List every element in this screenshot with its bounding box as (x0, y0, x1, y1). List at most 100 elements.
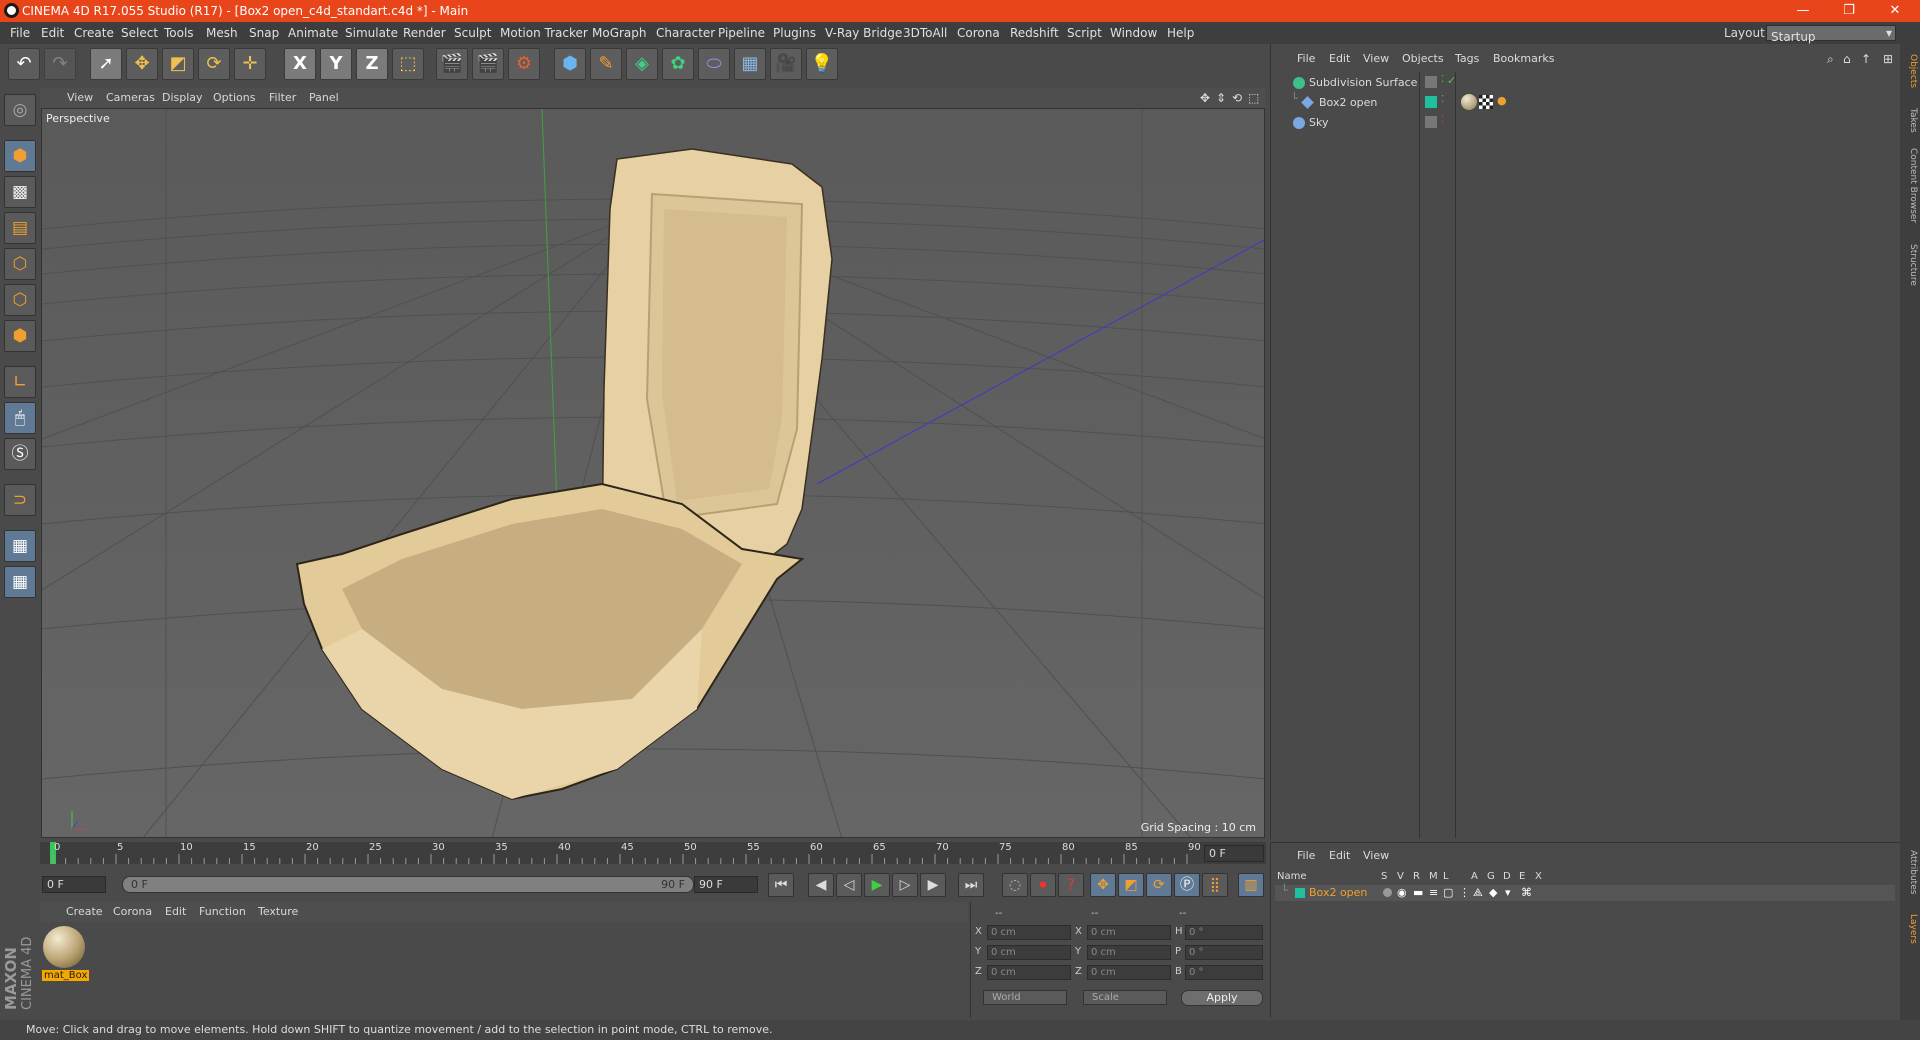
menu-simulate[interactable]: Simulate (345, 26, 398, 40)
tab-objects[interactable]: Objects (1902, 54, 1918, 88)
key-scale-button[interactable]: ◩ (1118, 873, 1144, 897)
undo-button[interactable]: ↶ (8, 48, 40, 80)
menu-edit[interactable]: Edit (41, 26, 64, 40)
menu-3dtoall[interactable]: 3DToAll (903, 26, 947, 40)
menu-file[interactable]: File (10, 26, 30, 40)
scale-button[interactable]: ◩ (162, 48, 194, 80)
animation-icon[interactable]: ⋮ (1459, 886, 1470, 899)
material-tag-icon[interactable] (1461, 94, 1477, 110)
texture-mode-button[interactable]: ▩ (4, 176, 36, 208)
coordinate-system-button[interactable]: ⬚ (392, 48, 424, 80)
position-y-field[interactable]: 0 cm (987, 945, 1071, 960)
range-slider[interactable]: 0 F 90 F (122, 876, 694, 893)
obj-menu-edit[interactable]: Edit (1329, 52, 1350, 65)
layer-menu-view[interactable]: View (1363, 849, 1389, 862)
visibility-toggle[interactable]: ⁚ (1441, 74, 1444, 85)
obj-menu-bookmarks[interactable]: Bookmarks (1493, 52, 1554, 65)
xref-icon[interactable]: ⌘ (1521, 886, 1532, 899)
viewport-menu-options[interactable]: Options (213, 91, 255, 104)
size-z-field[interactable]: 0 cm (1087, 965, 1171, 980)
menu-pipeline[interactable]: Pipeline (718, 26, 765, 40)
snap-button[interactable]: Ⓢ (4, 438, 36, 470)
render-icon[interactable]: ▬ (1413, 886, 1423, 899)
deformers-icon[interactable]: ◆ (1489, 886, 1497, 899)
viewport-move-icon[interactable]: ✥ (1200, 91, 1210, 105)
y-axis-button[interactable]: Y (320, 48, 352, 80)
step-forward-button[interactable]: ▷ (892, 873, 918, 897)
mat-menu-function[interactable]: Function (199, 905, 246, 918)
viewport-perspective[interactable]: Perspective Grid Spacing : 10 cm (41, 108, 1265, 838)
cube-button[interactable]: ⬢ (554, 48, 586, 80)
make-editable-button[interactable]: ◎ (4, 94, 36, 126)
generators-icon[interactable]: ⟁ (1473, 886, 1483, 900)
layer-menu-edit[interactable]: Edit (1329, 849, 1350, 862)
menu-mesh[interactable]: Mesh (206, 26, 238, 40)
layer-swatch[interactable] (1425, 76, 1437, 88)
timeline-ruler[interactable]: 0 5 10 15 20 25 30 35 40 45 50 55 60 65 70 75 80 85 90 0 F (40, 842, 1266, 864)
restore-button[interactable]: ❐ (1826, 0, 1872, 22)
viewport-rotate-icon[interactable]: ⟲ (1232, 91, 1242, 105)
menu-corona[interactable]: Corona (957, 26, 1000, 40)
model-mode-button[interactable]: ⬢ (4, 140, 36, 172)
coordinate-space-dropdown[interactable]: World (983, 990, 1067, 1005)
redo-button[interactable]: ↷ (44, 48, 76, 80)
layer-swatch[interactable] (1425, 96, 1437, 108)
menu-tools[interactable]: Tools (164, 26, 194, 40)
mat-menu-edit[interactable]: Edit (165, 905, 186, 918)
layer-row[interactable]: └ Box2 open ◉ ▬ ≡ ▢ ⋮ ⟁ ◆ ▾ ⌘ (1275, 884, 1895, 901)
tab-content-browser[interactable]: Content Browser (1902, 148, 1918, 223)
size-y-field[interactable]: 0 cm (1087, 945, 1171, 960)
phong-tag-icon[interactable]: ● (1497, 94, 1507, 107)
layer-menu-file[interactable]: File (1297, 849, 1315, 862)
object-row-box2-open[interactable]: └ Box2 open ⁚ ● (1275, 92, 1895, 112)
minimize-button[interactable]: — (1780, 0, 1826, 22)
viewport-maximize-icon[interactable]: ⬚ (1248, 91, 1259, 105)
rotation-p-field[interactable]: 0 ° (1185, 945, 1263, 960)
menu-window[interactable]: Window (1110, 26, 1157, 40)
object-row-subdivision-surface[interactable]: Subdivision Surface ⁚ ✓ (1275, 74, 1895, 92)
layout-dropdown[interactable]: Startup ▾ (1766, 25, 1896, 44)
locked-workplane-button[interactable]: ▦ (4, 530, 36, 562)
layer-color-swatch[interactable] (1295, 888, 1305, 898)
menu-redshift[interactable]: Redshift (1010, 26, 1059, 40)
viewport-menu-display[interactable]: Display (162, 91, 203, 104)
z-axis-button[interactable]: Z (356, 48, 388, 80)
rotation-b-field[interactable]: 0 ° (1185, 965, 1263, 980)
enable-axis-button[interactable]: ∟ (4, 366, 36, 398)
expressions-icon[interactable]: ▾ (1505, 886, 1511, 899)
viewport-menu-filter[interactable]: Filter (269, 91, 296, 104)
obj-menu-file[interactable]: File (1297, 52, 1315, 65)
menu-create[interactable]: Create (74, 26, 114, 40)
menu-snap[interactable]: Snap (249, 26, 279, 40)
workplane-mode-button[interactable]: ▤ (4, 212, 36, 244)
edit-render-settings-button[interactable]: ⚙ (508, 48, 540, 80)
viewport-zoom-icon[interactable]: ⇕ (1216, 91, 1226, 105)
magnet-button[interactable]: ⊃ (4, 484, 36, 516)
record-keys-button[interactable]: ◌ (1002, 873, 1028, 897)
menu-script[interactable]: Script (1067, 26, 1102, 40)
timeline-window-button[interactable]: ▥ (1238, 873, 1264, 897)
planar-workplane-button[interactable]: ▦ (4, 566, 36, 598)
apply-button[interactable]: Apply (1181, 990, 1263, 1006)
search-icon[interactable]: ⌕ (1827, 52, 1834, 67)
position-x-field[interactable]: 0 cm (987, 925, 1071, 940)
viewport-menu-cameras[interactable]: Cameras (106, 91, 155, 104)
keyframe-selection-button[interactable]: ? (1058, 873, 1084, 897)
mat-menu-corona[interactable]: Corona (113, 905, 152, 918)
floor-button[interactable]: ▦ (734, 48, 766, 80)
viewport-menu-panel[interactable]: Panel (309, 91, 339, 104)
start-frame-field[interactable]: 0 F (42, 876, 106, 893)
move-button[interactable]: ✥ (126, 48, 158, 80)
position-z-field[interactable]: 0 cm (987, 965, 1071, 980)
visibility-toggle[interactable]: ⁚ (1441, 114, 1444, 125)
object-row-sky[interactable]: Sky ⁚ (1275, 114, 1895, 132)
tweak-mode-button[interactable]: 🖱 (4, 402, 36, 434)
menu-render[interactable]: Render (403, 26, 446, 40)
menu-character[interactable]: Character (656, 26, 715, 40)
tab-takes[interactable]: Takes (1902, 108, 1918, 133)
live-selection-button[interactable]: ➚ (90, 48, 122, 80)
obj-menu-view[interactable]: View (1363, 52, 1389, 65)
play-button[interactable]: ▶ (864, 873, 890, 897)
eye-icon[interactable]: ◉ (1397, 886, 1407, 899)
obj-menu-objects[interactable]: Objects (1402, 52, 1444, 65)
